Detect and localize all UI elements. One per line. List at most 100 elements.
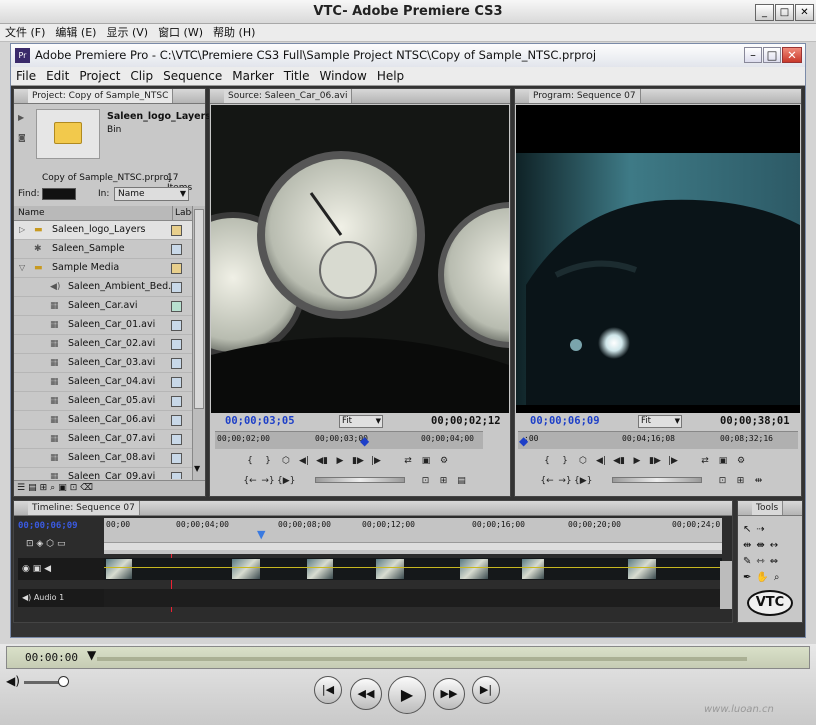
outer-menu-item-1[interactable]: 编辑 (E) [50, 24, 101, 42]
premiere-minimize-button[interactable]: – [744, 47, 762, 63]
frame-forward-icon[interactable]: ▮▶ [349, 454, 367, 468]
mark-in-icon[interactable]: { [241, 454, 259, 468]
play-button[interactable]: ▶ [388, 676, 426, 714]
loop-icon[interactable]: ⇄ [399, 454, 417, 468]
menu-project[interactable]: Project [74, 67, 125, 86]
extract-icon[interactable]: ⊞ [732, 474, 750, 488]
fast-forward-button[interactable]: ▶▶ [433, 678, 465, 710]
slip-tool-icon[interactable]: ⇿ [756, 556, 769, 567]
find-input[interactable] [42, 188, 76, 200]
frame-back-icon[interactable]: ◀▮ [313, 454, 331, 468]
source-fit-select[interactable]: Fit ▼ [339, 415, 383, 428]
go-to-in-icon[interactable]: {← [241, 474, 259, 488]
source-jog-slider[interactable] [315, 477, 405, 483]
play-in-to-out-icon[interactable]: {▶} [574, 474, 592, 488]
program-tab[interactable]: Program: Sequence 07 [529, 89, 641, 103]
seek-track[interactable] [97, 657, 747, 661]
label-swatch[interactable] [171, 415, 182, 426]
work-area-bar[interactable] [104, 542, 722, 550]
scroll-thumb[interactable] [194, 209, 204, 409]
ripple-edit-icon[interactable]: ⇹ [743, 540, 756, 551]
menu-edit[interactable]: Edit [41, 67, 74, 86]
insert-icon[interactable]: ⊡ [417, 474, 435, 488]
label-swatch[interactable] [171, 339, 182, 350]
minimize-button[interactable]: _ [755, 4, 774, 21]
play-in-to-out-icon[interactable]: {▶} [277, 474, 295, 488]
output-icon[interactable]: ⚙ [732, 454, 750, 468]
clip-thumbnail[interactable] [522, 559, 544, 579]
outer-menu-item-4[interactable]: 帮助 (H) [208, 24, 260, 42]
project-item[interactable]: ▦ Saleen_Car_09.avi [14, 468, 192, 479]
project-item[interactable]: ▦ Saleen_Car_04.avi [14, 373, 192, 392]
project-item[interactable]: ▷ ▬ Saleen_logo_Layers [14, 221, 192, 240]
new-item-icon[interactable]: ⊡ [70, 483, 81, 493]
frame-forward-icon[interactable]: ▮▶ [646, 454, 664, 468]
snap-icon[interactable]: ⊡ [26, 539, 34, 549]
clear-icon[interactable]: ⌫ [80, 483, 96, 493]
menu-title[interactable]: Title [279, 67, 315, 86]
keyframe-icon[interactable]: ◈ [36, 539, 43, 549]
player-seek-bar[interactable]: 00:00:00 ▼ [6, 646, 810, 669]
play-icon[interactable]: ▶ [331, 454, 349, 468]
track-select-icon[interactable]: ⇢ [756, 524, 769, 535]
new-bin-icon[interactable]: ▣ [58, 483, 70, 493]
collapse-icon[interactable]: ◀ [44, 564, 51, 574]
next-button[interactable]: ▶| [472, 676, 500, 704]
label-swatch[interactable] [171, 377, 182, 388]
mark-in-icon[interactable]: { [538, 454, 556, 468]
clip-thumbnail[interactable] [106, 559, 132, 579]
overlay-icon[interactable]: ⊞ [435, 474, 453, 488]
toggle-take-icon[interactable]: ▤ [453, 474, 471, 488]
label-swatch[interactable] [171, 244, 182, 255]
hand-tool-icon[interactable]: ✋ [756, 572, 773, 583]
disclosure-triangle-icon[interactable]: ▽ [19, 259, 25, 277]
label-swatch[interactable] [171, 263, 182, 274]
project-item[interactable]: ▦ Saleen_Car_01.avi [14, 316, 192, 335]
play-preview-icon[interactable]: ▶ [18, 113, 24, 122]
step-forward-icon[interactable]: |▶ [367, 454, 385, 468]
step-back-icon[interactable]: ◀| [592, 454, 610, 468]
label-swatch[interactable] [171, 434, 182, 445]
project-item[interactable]: ▦ Saleen_Car.avi [14, 297, 192, 316]
outer-menu-item-2[interactable]: 显示 (V) [101, 24, 153, 42]
project-scrollbar[interactable]: ▼ [192, 206, 205, 480]
label-swatch[interactable] [171, 225, 182, 236]
scroll-down-icon[interactable]: ▼ [194, 464, 200, 473]
program-time-ruler[interactable]: ;00 00;04;16;08 00;08;32;16 ◆ [518, 431, 798, 449]
timeline-playhead-icon[interactable]: ▼ [257, 528, 265, 541]
mark-out-icon[interactable]: } [556, 454, 574, 468]
timeline-tab[interactable]: Timeline: Sequence 07 [28, 501, 140, 515]
outer-menu-item-3[interactable]: 窗口 (W) [153, 24, 208, 42]
source-current-time[interactable]: 00;00;03;05 [225, 415, 295, 427]
marker-icon[interactable]: ⬡ [574, 454, 592, 468]
zoom-tool-icon[interactable]: ⌕ [774, 572, 785, 583]
premiere-maximize-button[interactable]: □ [763, 47, 781, 63]
find-icon[interactable]: ⌕ [50, 483, 58, 493]
rate-stretch-icon[interactable]: ↔ [770, 540, 783, 551]
speaker-icon[interactable]: ◀) [22, 593, 31, 602]
safe-margins-icon[interactable]: ▣ [417, 454, 435, 468]
poster-frame-icon[interactable]: ◙ [18, 133, 26, 142]
source-playhead-icon[interactable]: ◆ [360, 434, 369, 448]
previous-button[interactable]: |◀ [314, 676, 342, 704]
project-item[interactable]: ▦ Saleen_Car_03.avi [14, 354, 192, 373]
eye-icon[interactable]: ◉ [22, 564, 30, 574]
source-time-ruler[interactable]: 00;00;02;00 00;00;03;00 00;00;04;00 ◆ [215, 431, 483, 449]
label-swatch[interactable] [171, 472, 182, 479]
project-item[interactable]: ◀) Saleen_Ambient_Bed.w [14, 278, 192, 297]
loop-icon[interactable]: ⇄ [696, 454, 714, 468]
timeline-scrollbar[interactable] [720, 561, 732, 609]
label-swatch[interactable] [171, 301, 182, 312]
razor-tool-icon[interactable]: ✎ [743, 556, 756, 567]
list-view-icon[interactable]: ☰ [17, 483, 28, 493]
selection-tool-icon[interactable]: ↖ [743, 524, 756, 535]
step-forward-icon[interactable]: |▶ [664, 454, 682, 468]
menu-marker[interactable]: Marker [227, 67, 278, 86]
menu-window[interactable]: Window [314, 67, 371, 86]
pen-tool-icon[interactable]: ✒ [743, 572, 756, 583]
rolling-edit-icon[interactable]: ⇼ [756, 540, 769, 551]
disclosure-triangle-icon[interactable]: ▷ [19, 221, 25, 239]
project-item[interactable]: ▦ Saleen_Car_05.avi [14, 392, 192, 411]
volume-knob[interactable] [58, 676, 69, 687]
go-to-in-icon[interactable]: {← [538, 474, 556, 488]
